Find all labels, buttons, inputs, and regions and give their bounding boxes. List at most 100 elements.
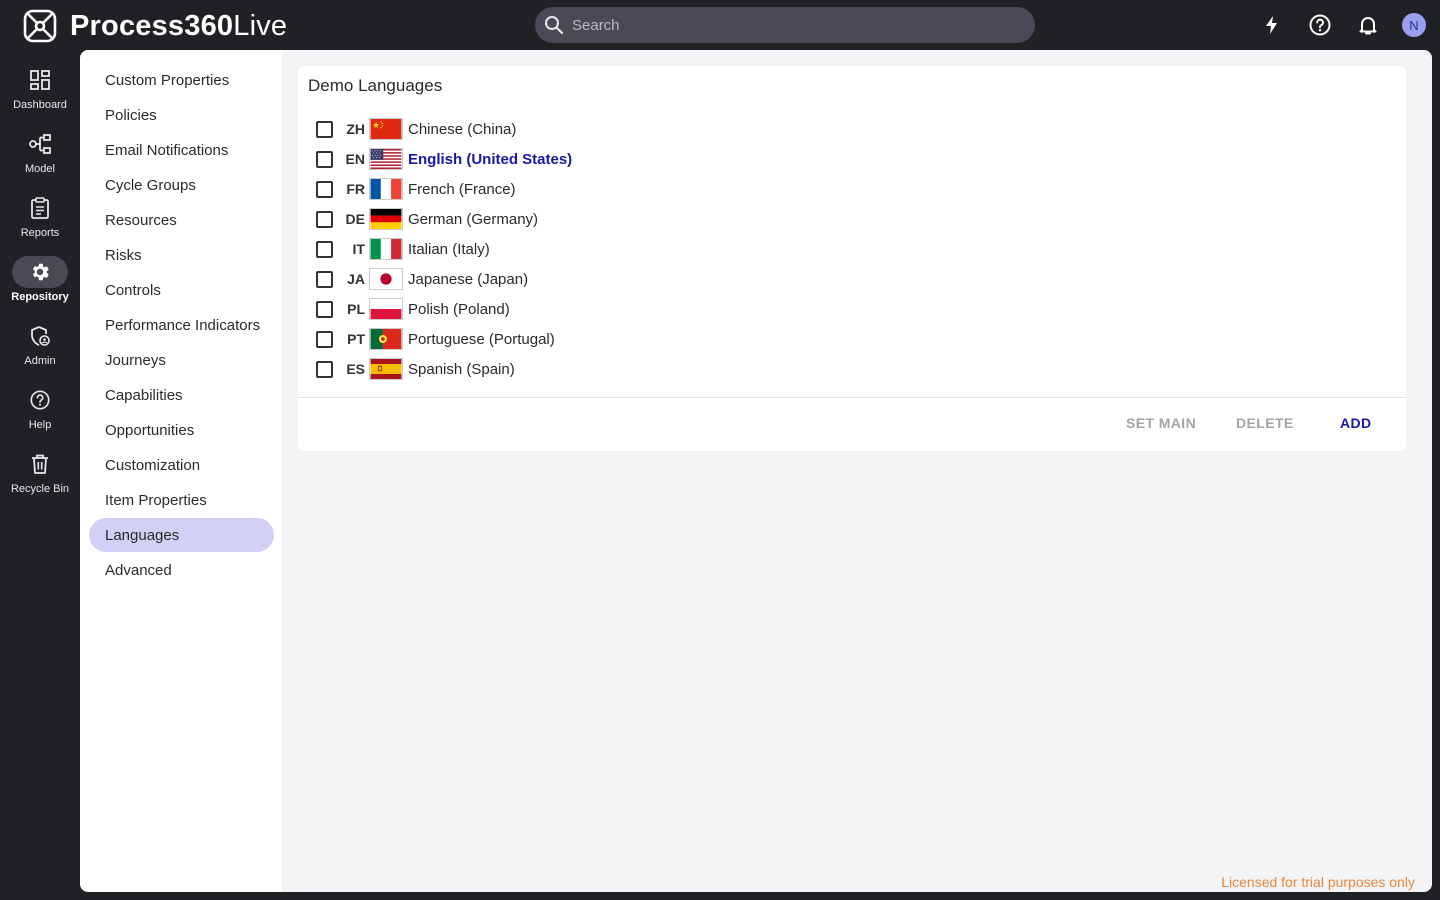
rail-item-help[interactable]: Help	[0, 384, 80, 448]
us-flag-icon	[369, 148, 403, 170]
subnav-item-risks[interactable]: Risks	[89, 238, 274, 272]
rail-item-model[interactable]: Model	[0, 128, 80, 192]
rail-item-reports[interactable]: Reports	[0, 192, 80, 256]
languages-card: Demo Languages ZH Chinese (China) EN Eng…	[298, 66, 1406, 451]
top-actions: N	[1238, 11, 1428, 39]
subnav-item-item-properties[interactable]: Item Properties	[89, 483, 274, 517]
rail-label: Admin	[24, 355, 56, 367]
subnav-item-policies[interactable]: Policies	[89, 98, 274, 132]
rail-label: Repository	[11, 291, 69, 303]
rail-label: Recycle Bin	[10, 483, 70, 495]
subnav-item-capabilities[interactable]: Capabilities	[89, 378, 274, 412]
language-row-de: DE German (Germany)	[316, 204, 916, 234]
it-flag-icon	[369, 238, 403, 260]
language-row-it: IT Italian (Italy)	[316, 234, 916, 264]
de-flag-icon	[369, 208, 403, 230]
rail-icon-wrap	[12, 64, 68, 96]
notifications-button[interactable]	[1354, 11, 1382, 39]
language-code: PL	[347, 301, 365, 317]
subnav-item-languages[interactable]: Languages	[89, 518, 274, 552]
subnav-item-controls[interactable]: Controls	[89, 273, 274, 307]
cn-flag-icon	[369, 118, 403, 140]
language-row-pl: PL Polish (Poland)	[316, 294, 916, 324]
subnav-item-custom-properties[interactable]: Custom Properties	[89, 63, 274, 97]
trash-icon	[32, 454, 48, 474]
dashboard-icon	[30, 70, 50, 90]
rail-icon-wrap	[12, 256, 68, 288]
quick-actions-button[interactable]	[1258, 11, 1286, 39]
app-name-bold: Process360	[70, 10, 234, 42]
language-name: Portuguese (Portugal)	[408, 330, 555, 348]
admin-shield-icon	[31, 326, 50, 346]
subnav-item-cycle-groups[interactable]: Cycle Groups	[89, 168, 274, 202]
language-checkbox[interactable]	[316, 330, 333, 348]
language-row-fr: FR French (France)	[316, 174, 916, 204]
gear-icon	[32, 263, 49, 281]
subnav-item-advanced[interactable]: Advanced	[89, 553, 274, 587]
search-bar[interactable]	[535, 7, 1035, 43]
repository-subnav: Custom Properties Policies Email Notific…	[80, 50, 282, 892]
rail-item-dashboard[interactable]: Dashboard	[0, 64, 80, 128]
rail-item-repository[interactable]: Repository	[0, 256, 80, 320]
language-name-main: English (United States)	[408, 150, 573, 168]
language-checkbox[interactable]	[316, 270, 333, 288]
rail-label: Reports	[20, 227, 60, 239]
logo-icon	[23, 9, 57, 43]
rail-label: Model	[25, 163, 55, 175]
language-checkbox[interactable]	[316, 240, 333, 258]
language-code: FR	[346, 181, 365, 197]
es-flag-icon	[369, 358, 403, 380]
rail-icon-wrap	[12, 384, 68, 416]
language-name: German (Germany)	[408, 210, 539, 228]
language-checkbox[interactable]	[316, 300, 333, 318]
language-name: Spanish (Spain)	[408, 360, 515, 378]
subnav-item-email-notifications[interactable]: Email Notifications	[89, 133, 274, 167]
rail-item-admin[interactable]: Admin	[0, 320, 80, 384]
language-checkbox[interactable]	[316, 210, 333, 228]
subnav-item-performance-indicators[interactable]: Performance Indicators	[89, 308, 274, 342]
subnav-item-journeys[interactable]: Journeys	[89, 343, 274, 377]
model-icon	[29, 134, 51, 154]
language-name: Polish (Poland)	[408, 300, 510, 318]
help-button[interactable]	[1306, 11, 1334, 39]
subnav-item-resources[interactable]: Resources	[89, 203, 274, 237]
user-avatar[interactable]: N	[1402, 13, 1426, 37]
reports-icon	[31, 197, 49, 219]
rail-label: Dashboard	[13, 99, 67, 111]
pt-flag-icon	[369, 328, 403, 350]
rail-icon-wrap	[12, 448, 68, 480]
subnav-item-customization[interactable]: Customization	[89, 448, 274, 482]
set-main-button[interactable]: SET MAIN	[1126, 415, 1196, 431]
language-checkbox[interactable]	[316, 120, 333, 138]
rail-icon-wrap	[12, 320, 68, 352]
search-icon	[545, 16, 564, 35]
language-checkbox[interactable]	[316, 180, 333, 198]
language-name: French (France)	[408, 180, 516, 198]
help-circle-icon	[1309, 14, 1331, 36]
delete-button[interactable]: DELETE	[1236, 415, 1294, 431]
language-row-pt: PT Portuguese (Portugal)	[316, 324, 916, 354]
jp-flag-icon	[369, 268, 403, 290]
language-code: ES	[346, 361, 365, 377]
app-logo[interactable]: Process360Live	[22, 8, 287, 44]
language-code: PT	[347, 331, 365, 347]
card-divider	[298, 397, 1406, 398]
language-name: Japanese (Japan)	[408, 270, 529, 288]
language-code: DE	[345, 211, 365, 227]
rail-label: Help	[28, 419, 52, 431]
lightning-icon	[1266, 16, 1277, 34]
language-checkbox[interactable]	[316, 360, 333, 378]
language-code: ZH	[346, 121, 365, 137]
rail-item-recycle-bin[interactable]: Recycle Bin	[0, 448, 80, 512]
language-name: Chinese (China)	[408, 120, 517, 138]
pl-flag-icon	[369, 298, 403, 320]
language-code: JA	[347, 271, 365, 287]
search-input[interactable]	[572, 16, 1012, 34]
add-button[interactable]: ADD	[1340, 415, 1372, 431]
main-content: Demo Languages ZH Chinese (China) EN Eng…	[282, 50, 1432, 892]
language-checkbox[interactable]	[316, 150, 333, 168]
fr-flag-icon	[369, 178, 403, 200]
language-row-es: ES Spanish (Spain)	[316, 354, 916, 384]
language-row-ja: JA Japanese (Japan)	[316, 264, 916, 294]
subnav-item-opportunities[interactable]: Opportunities	[89, 413, 274, 447]
